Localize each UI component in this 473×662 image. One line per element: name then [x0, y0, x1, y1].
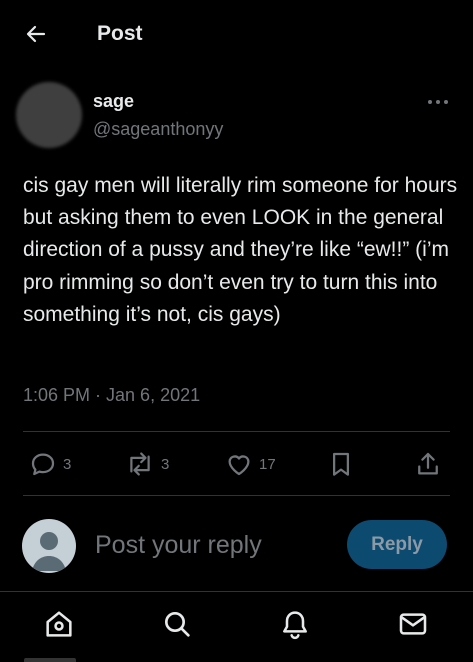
- reply-input[interactable]: [95, 527, 335, 563]
- nav-search[interactable]: [160, 609, 194, 643]
- messages-icon: [397, 608, 429, 645]
- divider: [23, 431, 450, 432]
- author-handle[interactable]: @sageanthonyy: [93, 119, 223, 140]
- reply-submit-button[interactable]: Reply: [347, 520, 447, 569]
- page-title: Post: [97, 22, 143, 45]
- post-text: cis gay men will literally rim someone f…: [23, 174, 458, 326]
- search-icon: [161, 608, 193, 645]
- notifications-icon: [279, 608, 311, 645]
- bottom-navigation: [0, 591, 473, 662]
- author-display-name[interactable]: sage: [93, 91, 134, 112]
- repost-button[interactable]: 3: [124, 447, 169, 481]
- nav-home[interactable]: [42, 609, 76, 643]
- next-item-peek: [24, 658, 76, 662]
- bookmark-icon: [326, 449, 356, 479]
- reply-count: 3: [63, 455, 72, 473]
- nav-messages[interactable]: [396, 609, 430, 643]
- nav-notifications[interactable]: [278, 609, 312, 643]
- more-horizontal-icon: [427, 92, 449, 110]
- like-button[interactable]: 17: [224, 447, 276, 481]
- post-timestamp[interactable]: 1:06 PM · Jan 6, 2021: [23, 385, 200, 406]
- default-avatar-icon: [22, 532, 76, 573]
- share-icon: [413, 449, 443, 479]
- author-avatar[interactable]: [16, 82, 82, 148]
- like-count: 17: [259, 455, 276, 473]
- arrow-left-icon: [24, 22, 48, 51]
- repost-count: 3: [161, 455, 170, 473]
- bookmark-button[interactable]: [326, 447, 356, 481]
- reply-icon: [28, 449, 58, 479]
- user-avatar[interactable]: [22, 519, 76, 573]
- like-icon: [224, 449, 254, 479]
- home-icon: [43, 608, 75, 645]
- post-actions: 3 3 17: [23, 447, 450, 481]
- share-button[interactable]: [413, 447, 443, 481]
- back-button[interactable]: [20, 20, 52, 52]
- repost-icon: [124, 449, 156, 479]
- more-options-button[interactable]: [424, 90, 452, 112]
- top-bar: Post: [0, 0, 473, 70]
- reply-button[interactable]: 3: [28, 447, 71, 481]
- divider: [23, 495, 450, 496]
